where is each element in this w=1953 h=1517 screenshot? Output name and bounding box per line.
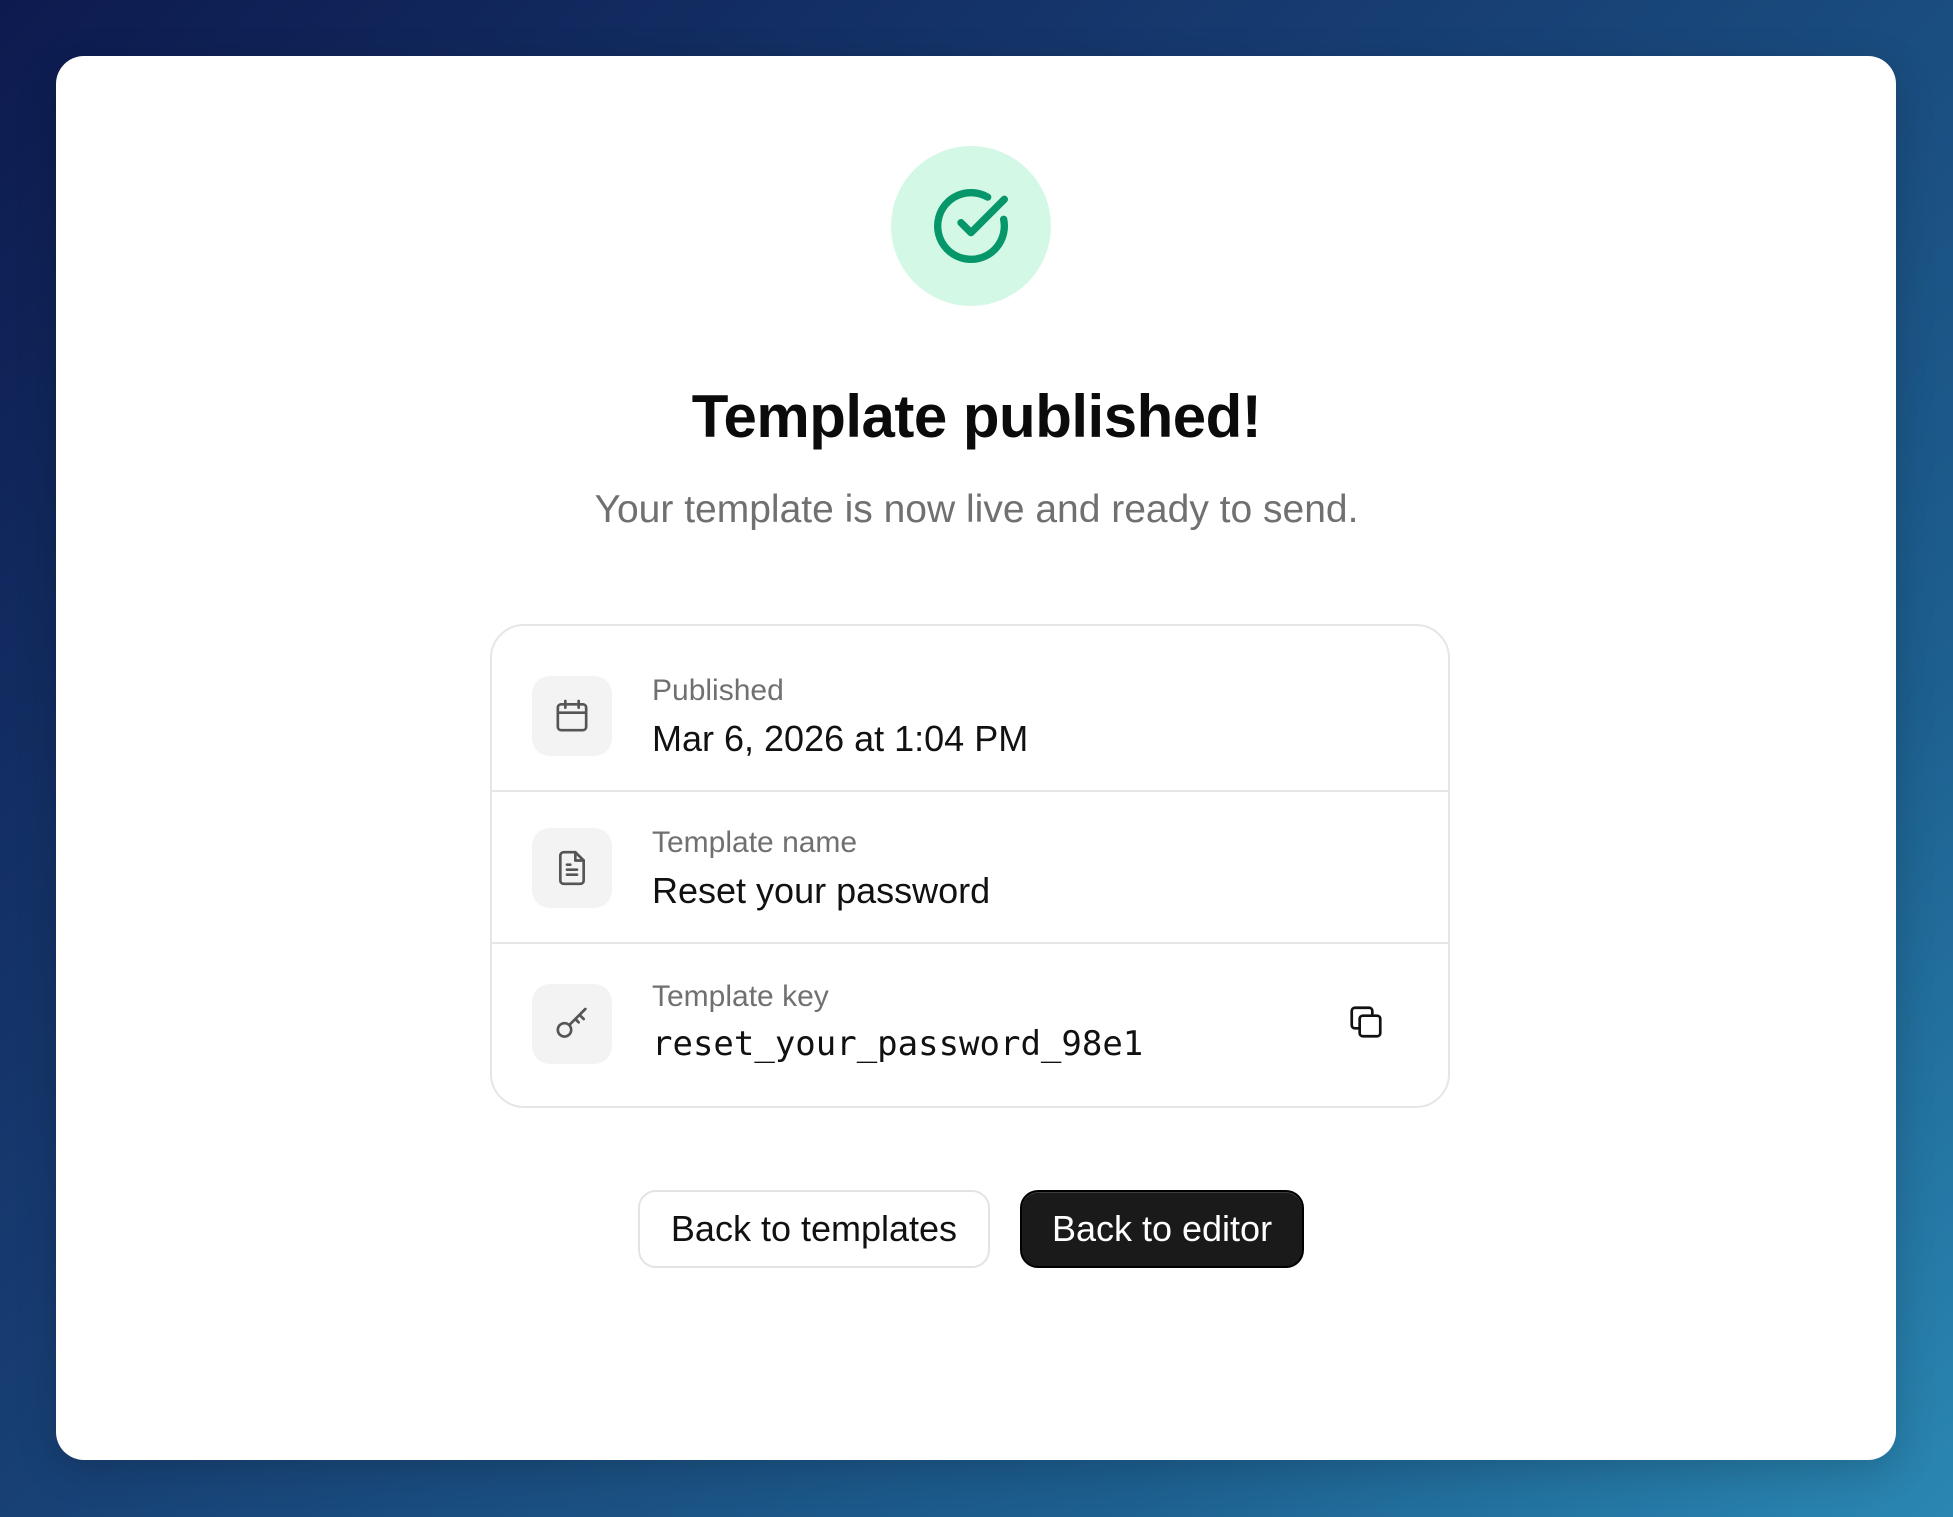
document-icon xyxy=(559,850,585,886)
published-icon-box xyxy=(532,676,612,756)
published-value: Mar 6, 2026 at 1:04 PM xyxy=(652,718,1029,759)
page-title: Template published! xyxy=(691,383,1262,450)
published-row: Published Mar 6, 2026 at 1:04 PM xyxy=(492,626,1448,792)
template-key-value: reset_your_password_98e1 xyxy=(652,1024,1144,1064)
template-key-label: Template key xyxy=(652,980,829,1013)
template-name-row: Template name Reset your password xyxy=(492,792,1448,944)
copy-icon xyxy=(1350,1006,1382,1038)
success-badge xyxy=(891,146,1051,306)
key-icon xyxy=(556,1007,587,1038)
details-card: Published Mar 6, 2026 at 1:04 PM Templat… xyxy=(490,624,1450,1108)
template-key-icon-box xyxy=(532,984,612,1064)
copy-key-button[interactable] xyxy=(1344,1000,1388,1044)
template-name-label: Template name xyxy=(652,826,858,859)
page-subtitle: Your template is now live and ready to s… xyxy=(594,488,1359,531)
calendar-icon xyxy=(556,699,588,732)
back-to-templates-button[interactable]: Back to templates xyxy=(638,1190,990,1268)
published-label: Published xyxy=(652,674,784,707)
template-key-row: Template key reset_your_password_98e1 xyxy=(492,944,1448,1106)
back-to-editor-button[interactable]: Back to editor xyxy=(1020,1190,1304,1268)
check-circle-icon xyxy=(934,189,1008,263)
template-name-icon-box xyxy=(532,828,612,908)
template-name-value: Reset your password xyxy=(652,870,991,911)
